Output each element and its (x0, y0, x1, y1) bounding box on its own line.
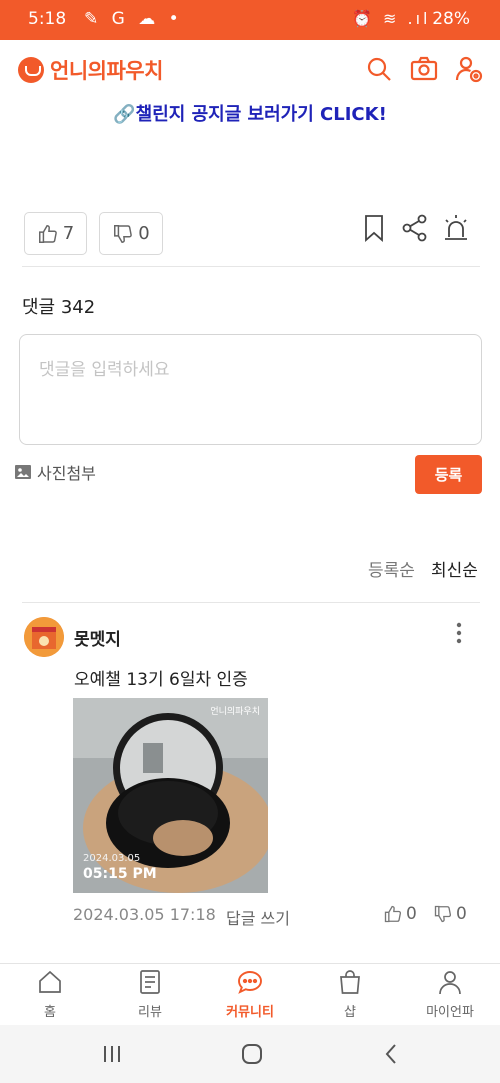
dislike-count: 0 (138, 223, 150, 244)
system-icons: ⏰ ≋ .ıl (352, 9, 431, 28)
profile-settings-icon[interactable] (454, 54, 484, 84)
comment-like-count: 0 (406, 904, 417, 924)
app-logo[interactable]: 언니의파우치 (18, 56, 163, 84)
avatar[interactable] (24, 617, 64, 657)
status-time: 5:18 (28, 9, 67, 29)
home-icon (39, 970, 61, 993)
reply-button[interactable]: 답글 쓰기 (226, 905, 290, 929)
nav-community-label: 커뮤니티 (226, 1005, 274, 1020)
nav-home[interactable]: 홈 (0, 964, 100, 1026)
comment-count-title: 댓글 342 (22, 297, 96, 318)
comment-author[interactable]: 못멧지 (74, 625, 121, 650)
comment-date: 2024.03.05 17:18 (73, 905, 216, 924)
photo-watermark: 언니의파우치 (210, 707, 260, 717)
battery-level: 28% (432, 9, 470, 29)
dislike-button[interactable]: 0 (99, 212, 163, 255)
nav-shop[interactable]: 샵 (300, 964, 400, 1026)
challenge-notice-link[interactable]: 🔗챌린지 공지글 보러가기 CLICK! (0, 100, 500, 126)
image-icon (15, 465, 31, 479)
my-icon (439, 971, 461, 995)
app-header: 언니의파우치 (0, 40, 500, 98)
comment-dislike-button[interactable]: 0 (433, 904, 467, 924)
thumbs-up-icon (38, 224, 57, 243)
recent-apps-icon[interactable] (100, 1042, 124, 1066)
bottom-navigation: 홈 리뷰 커뮤니티 샵 마이언파 (0, 963, 500, 1025)
logo-icon (18, 57, 44, 83)
comment-like-button[interactable]: 0 (383, 904, 417, 924)
nav-community[interactable]: 커뮤니티 (200, 964, 300, 1026)
nav-home-label: 홈 (44, 1005, 56, 1020)
sort-by-latest[interactable]: 최신순 (431, 556, 478, 581)
thumbs-up-icon (384, 905, 402, 923)
more-options-icon[interactable] (452, 620, 466, 646)
logo-text: 언니의파우치 (50, 59, 163, 83)
review-icon (140, 970, 160, 994)
community-icon (238, 971, 262, 994)
bookmark-icon[interactable] (359, 213, 389, 243)
like-button[interactable]: 7 (24, 212, 87, 255)
register-button[interactable]: 등록 (415, 455, 482, 494)
nav-my-label: 마이언파 (426, 1005, 474, 1020)
status-bar: 5:18 ✎ G ☁ • ⏰ ≋ .ıl 28% (0, 0, 500, 40)
thumbs-down-icon (434, 905, 452, 923)
comment-photo[interactable]: 언니의파우치 2024.03.05 05:15 PM (73, 698, 268, 893)
search-icon[interactable] (364, 54, 394, 84)
comment-input[interactable] (20, 335, 481, 444)
comment-input-box[interactable] (19, 334, 482, 445)
like-count: 7 (62, 223, 75, 244)
system-navigation-bar (0, 1025, 500, 1083)
comment-dislike-count: 0 (456, 904, 467, 924)
back-icon[interactable] (380, 1042, 404, 1066)
thumbs-down-icon (114, 224, 133, 243)
notification-icons: ✎ G ☁ • (84, 9, 183, 29)
share-icon[interactable] (400, 213, 430, 243)
photo-time-stamp: 05:15 PM (83, 866, 157, 882)
nav-review-label: 리뷰 (138, 1005, 162, 1020)
nav-my[interactable]: 마이언파 (400, 964, 500, 1026)
divider (22, 602, 480, 603)
shop-icon (340, 970, 360, 994)
comment-text: 오예챌 13기 6일차 인증 (74, 670, 248, 690)
divider (22, 266, 480, 267)
home-button-icon[interactable] (240, 1042, 264, 1066)
nav-review[interactable]: 리뷰 (100, 964, 200, 1026)
report-siren-icon[interactable] (441, 213, 471, 243)
attach-photo-label: 사진첨부 (37, 464, 96, 483)
camera-icon[interactable] (409, 54, 439, 84)
nav-shop-label: 샵 (344, 1005, 356, 1020)
sort-by-registered[interactable]: 등록순 (368, 556, 415, 581)
photo-date-stamp: 2024.03.05 (83, 853, 141, 864)
attach-photo-button[interactable]: 사진첨부 (14, 460, 96, 484)
